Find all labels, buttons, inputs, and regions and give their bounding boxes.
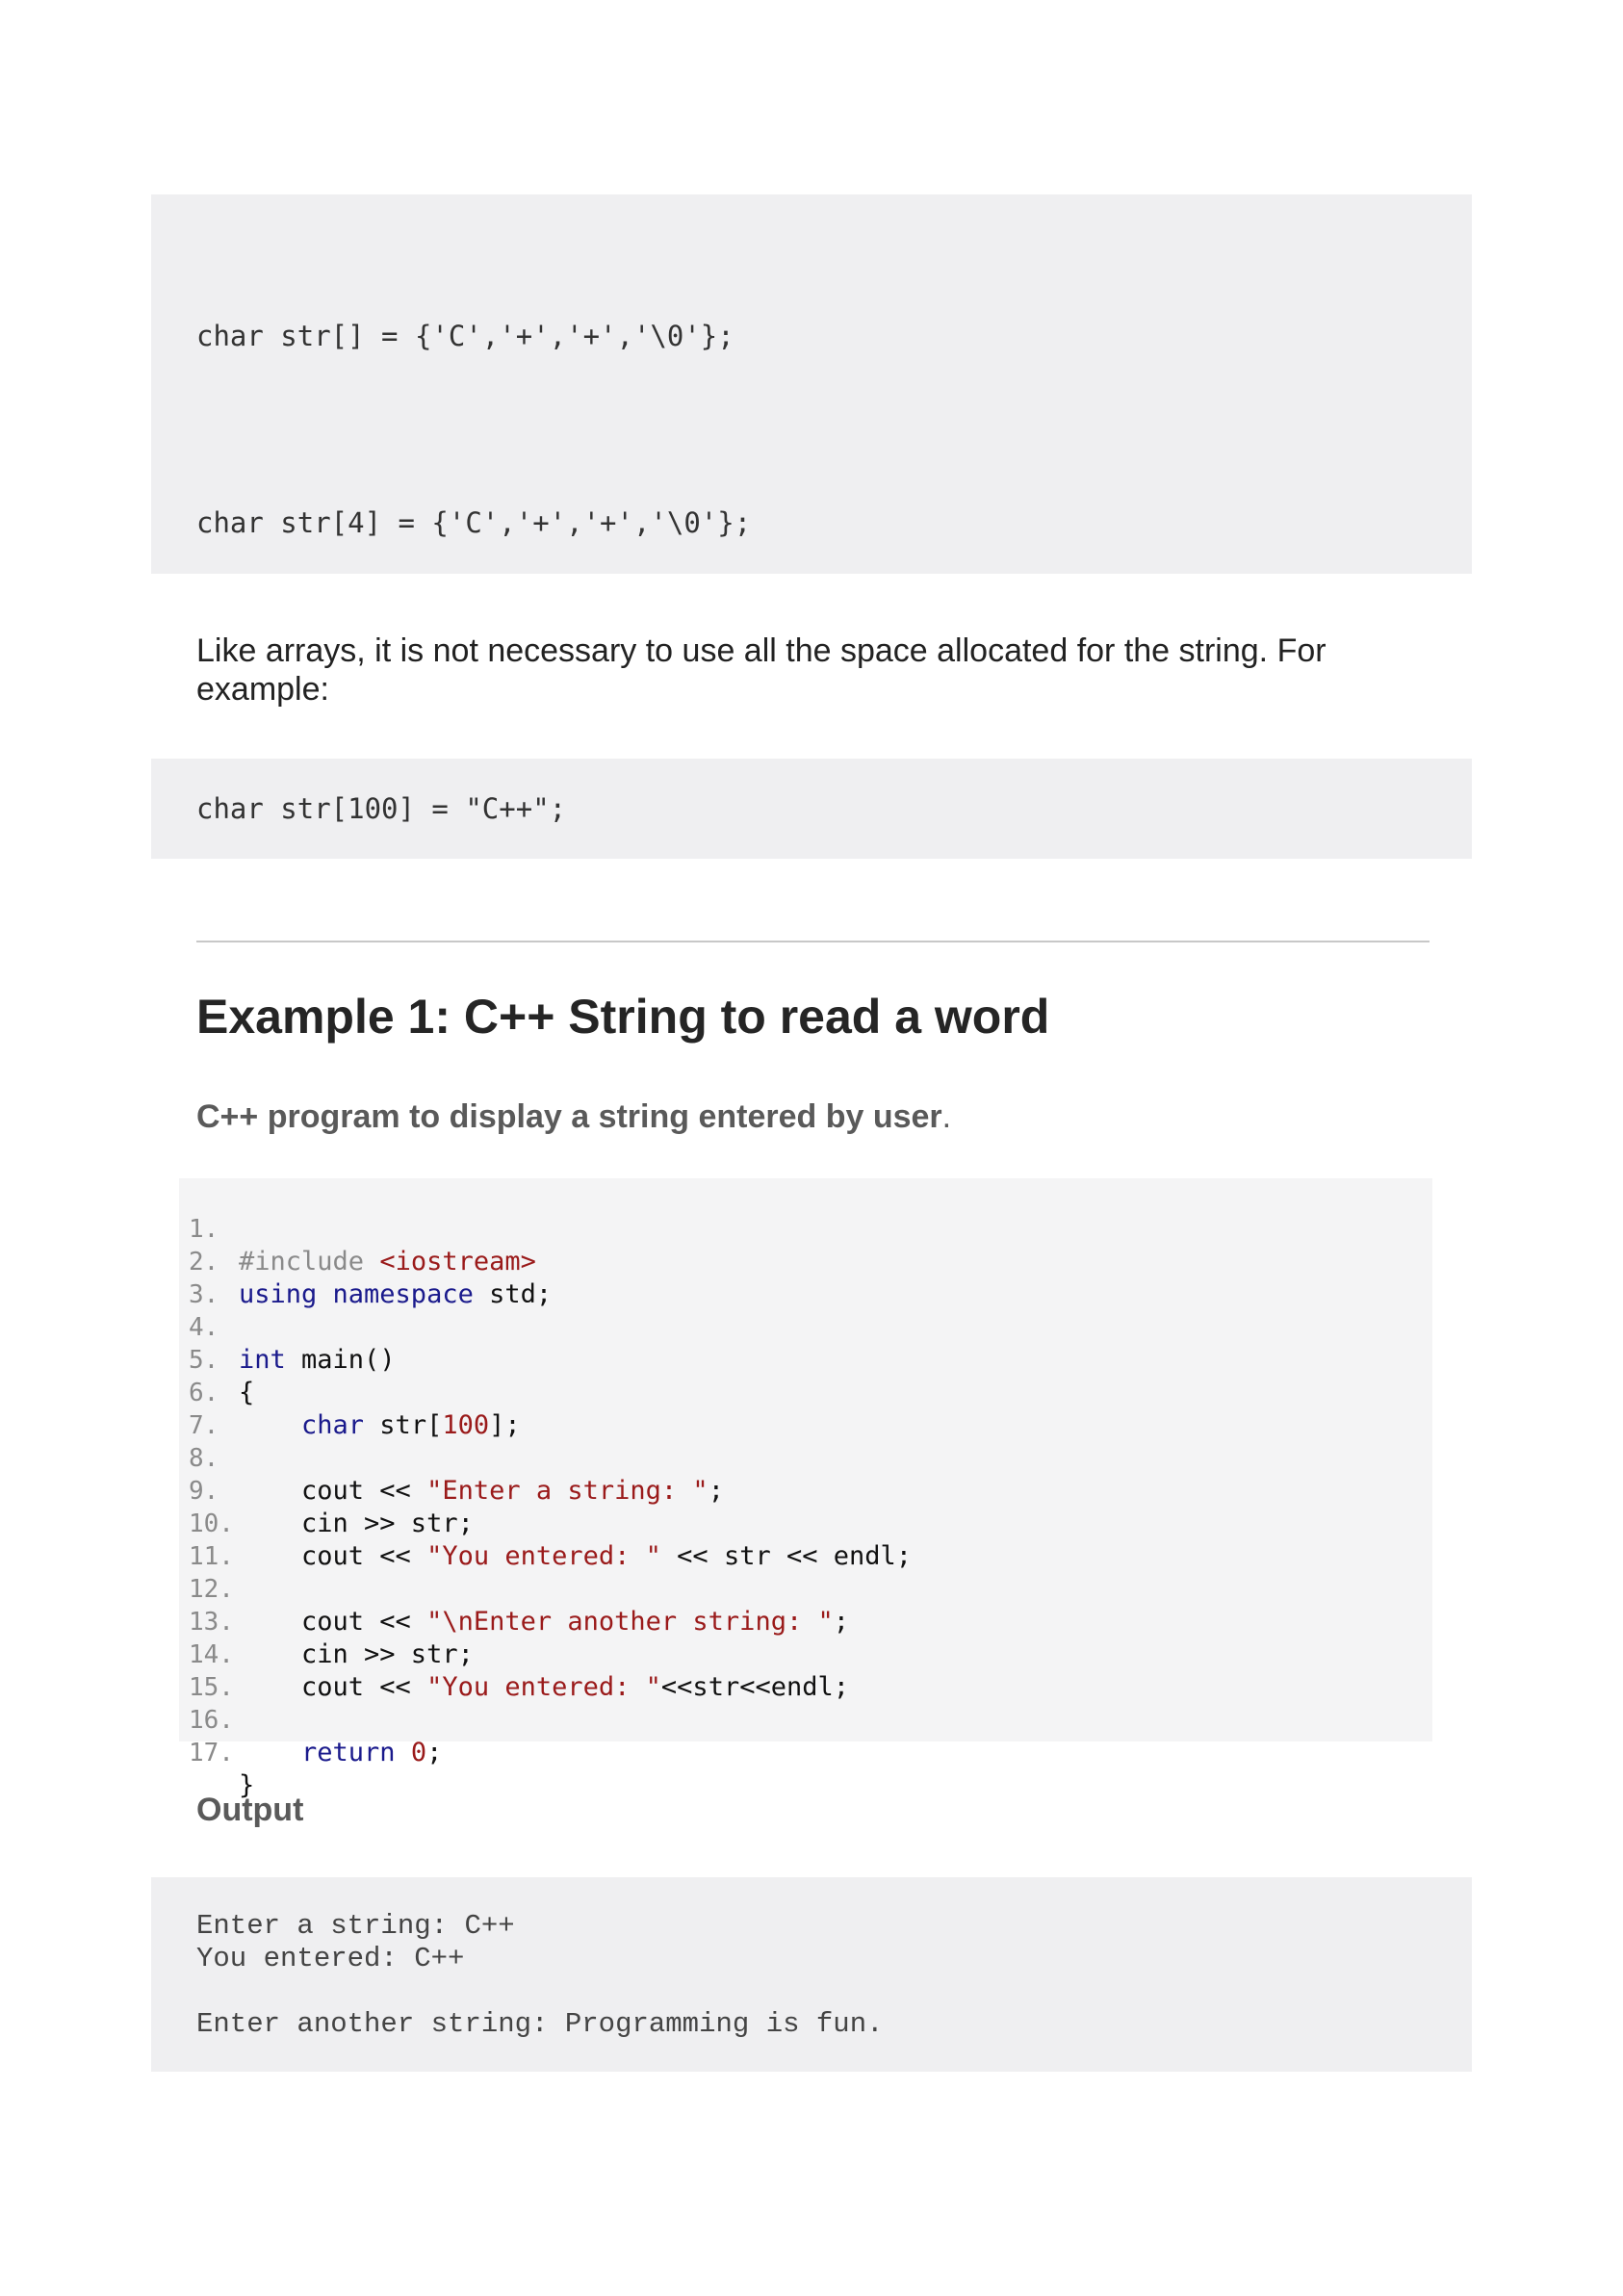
example-heading: Example 1: C++ String to read a word <box>196 990 1050 1044</box>
example-subheading-text: C++ program to display a string entered … <box>196 1098 942 1135</box>
listing-line: 4. int main() <box>179 1278 396 1375</box>
listing-line: 2. using namespace std; <box>179 1213 552 1309</box>
code-line: char str[4] = {'C','+','+','\0'}; <box>196 506 752 539</box>
preprocessor-token: #include <box>239 1247 380 1277</box>
listing-line: 3. <box>179 1246 242 1309</box>
code-token: ; <box>708 1476 724 1506</box>
code-token: cout << <box>239 1476 427 1506</box>
listing-line: 13. cin >> str; <box>179 1573 474 1669</box>
listing-line: 6. char str[100]; <box>179 1344 521 1440</box>
number-token: 0 <box>410 1738 427 1767</box>
listing-line: 7. <box>179 1377 242 1440</box>
code-line: char str[] = {'C','+','+','\0'}; <box>196 320 734 352</box>
section-divider <box>196 941 1430 942</box>
listing-line: 1. #include <iostream> <box>179 1180 536 1277</box>
code-token: cin >> str; <box>239 1509 474 1538</box>
code-token: ; <box>426 1738 443 1767</box>
output-line: Enter another string: Programming is fun… <box>196 2008 884 2040</box>
output-line: Enter a string: C++ <box>196 1910 515 1942</box>
string-token: "You entered: " <box>426 1672 661 1702</box>
include-target: <iostream> <box>379 1247 536 1277</box>
listing-line: 10. cout << "You entered: " << str << en… <box>179 1475 912 1571</box>
listing-line: 16. return 0; <box>179 1671 442 1767</box>
number-token: 100 <box>442 1410 490 1440</box>
keyword-token: using namespace <box>239 1279 474 1309</box>
code-token: cin >> str; <box>239 1639 474 1669</box>
code-token: ; <box>833 1607 849 1637</box>
code-token: cout << <box>239 1672 427 1702</box>
listing-line: 5. { <box>179 1311 254 1407</box>
listing-line: 12. cout << "\nEnter another string: "; <box>179 1540 849 1637</box>
body-paragraph: Like arrays, it is not necessary to use … <box>196 632 1327 708</box>
code-token: str[ <box>364 1410 443 1440</box>
string-token: "\nEnter another string: " <box>426 1607 834 1637</box>
program-output-block: Enter a string: C++ You entered: C++ Ent… <box>151 1877 1472 2072</box>
code-token: main() <box>285 1345 396 1375</box>
string-token: "You entered: " <box>426 1541 661 1571</box>
listing-line: 9. cin >> str; <box>179 1442 474 1538</box>
listing-line: 17. } <box>179 1704 254 1800</box>
code-block-char-array: char str[] = {'C','+','+','\0'}; char st… <box>151 194 1472 574</box>
code-token: ]; <box>489 1410 521 1440</box>
code-token: std; <box>473 1279 553 1309</box>
listing-line: 8. cout << "Enter a string: "; <box>179 1409 724 1506</box>
code-token: cout << <box>239 1541 427 1571</box>
example-subheading: C++ program to display a string entered … <box>196 1097 951 1136</box>
code-token: cout << <box>239 1607 427 1637</box>
output-heading: Output <box>196 1792 304 1828</box>
listing-line: 14. cout << "You entered: "<<str<<endl; <box>179 1606 849 1702</box>
listing-line: 15. <box>179 1638 242 1702</box>
example-subheading-punct: . <box>941 1098 952 1135</box>
code-token: << str << endl; <box>660 1541 913 1571</box>
listing-line: 11. <box>179 1508 242 1571</box>
keyword-token: return <box>239 1738 396 1767</box>
keyword-token: char <box>239 1410 365 1440</box>
line-number: 17. <box>189 1739 234 1767</box>
code-line: char str[100] = "C++"; <box>196 792 567 825</box>
code-block-string-literal: char str[100] = "C++"; <box>151 759 1472 859</box>
source-code-listing: 1. #include <iostream> 2. using namespac… <box>179 1178 1432 1800</box>
code-token: <<str<<endl; <box>660 1672 849 1702</box>
output-line: You entered: C++ <box>196 1943 465 1974</box>
string-token: "Enter a string: " <box>426 1476 708 1506</box>
